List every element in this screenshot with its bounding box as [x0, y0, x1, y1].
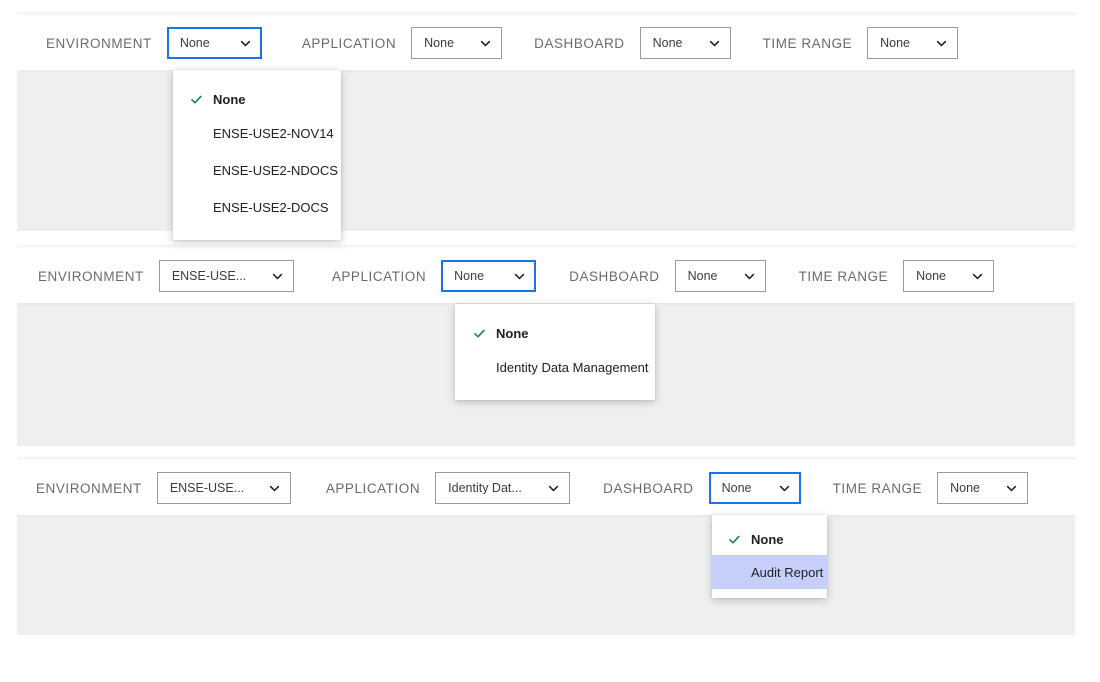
dropdown-item-label: ENSE-USE2-NOV14	[213, 126, 334, 141]
dropdown-item-ense-use2-docs[interactable]: ENSE-USE2-DOCS	[173, 189, 341, 226]
dashboard-label: DASHBOARD	[603, 480, 694, 496]
dashboard-label: DASHBOARD	[569, 268, 660, 284]
chevron-down-icon	[271, 270, 284, 283]
environment-filter-3: ENVIRONMENT ENSE-USE...	[36, 461, 291, 515]
environment-dropdown-menu-1[interactable]: None ENSE-USE2-NOV14 ENSE-USE2-NDOCS ENS…	[173, 70, 341, 240]
time-range-select-value: None	[880, 36, 911, 50]
dashboard-filter-3: DASHBOARD None	[603, 461, 801, 515]
filter-toolbar-2: ENVIRONMENT ENSE-USE... APPLICATION None	[0, 249, 1100, 303]
application-label: APPLICATION	[331, 268, 427, 284]
filter-bar-states-page: ENVIRONMENT None APPLICATION None DASHBO…	[0, 0, 1100, 682]
dashboard-select-3[interactable]: None	[708, 472, 801, 504]
environment-label: ENVIRONMENT	[36, 480, 142, 496]
application-select-1[interactable]: None	[411, 27, 503, 59]
dropdown-item-none[interactable]: None	[712, 523, 827, 555]
environment-label: ENVIRONMENT	[46, 35, 152, 51]
dropdown-item-label: Identity Data Management	[496, 360, 649, 375]
timerange-filter-3: TIME RANGE None	[833, 461, 1029, 515]
check-icon	[472, 327, 486, 340]
dropdown-item-label: Audit Report	[751, 564, 824, 580]
application-select-2[interactable]: None	[441, 260, 537, 292]
dropdown-item-none[interactable]: None	[173, 83, 341, 115]
filter-toolbar-3: ENVIRONMENT ENSE-USE... APPLICATION Iden…	[0, 461, 1100, 515]
environment-select-2[interactable]: ENSE-USE...	[158, 260, 294, 292]
dropdown-item-ense-use2-ndocs[interactable]: ENSE-USE2-NDOCS	[173, 152, 341, 189]
dashboard-select-2[interactable]: None	[674, 260, 766, 292]
environment-label: ENVIRONMENT	[38, 268, 144, 284]
dropdown-item-identity-data-management[interactable]: Identity Data Management	[455, 349, 655, 386]
time-range-select-value: None	[950, 481, 981, 495]
dashboard-select-value: None	[721, 481, 752, 495]
chevron-down-icon	[239, 37, 252, 50]
dropdown-item-ense-use2-nov14[interactable]: ENSE-USE2-NOV14	[173, 115, 341, 152]
dropdown-item-label: None	[751, 531, 784, 547]
chevron-down-icon	[708, 37, 721, 50]
dashboard-dropdown-menu-3[interactable]: None Audit Report	[712, 515, 827, 598]
time-range-select-3[interactable]: None	[937, 472, 1029, 504]
dashboard-select-value: None	[687, 269, 718, 283]
canvas-top-shade	[17, 515, 1075, 518]
environment-filter-2: ENVIRONMENT ENSE-USE...	[38, 249, 294, 303]
application-filter-1: APPLICATION None	[301, 16, 503, 70]
application-select-value: Identity Dat...	[448, 481, 522, 495]
dropdown-item-label: None	[213, 91, 246, 107]
application-select-value: None	[454, 269, 485, 283]
chevron-down-icon	[1005, 482, 1018, 495]
chevron-down-icon	[513, 270, 526, 283]
application-select-value: None	[424, 36, 455, 50]
environment-filter-1: ENVIRONMENT None	[46, 16, 262, 70]
environment-select-value: ENSE-USE...	[169, 481, 245, 495]
dashboard-label: DASHBOARD	[534, 35, 625, 51]
application-label: APPLICATION	[325, 480, 421, 496]
timerange-filter-1: TIME RANGE None	[763, 16, 959, 70]
check-icon	[189, 93, 203, 106]
dropdown-item-label: ENSE-USE2-DOCS	[213, 200, 329, 215]
time-range-select-2[interactable]: None	[903, 260, 995, 292]
time-range-label: TIME RANGE	[832, 480, 923, 496]
filter-toolbar-1: ENVIRONMENT None APPLICATION None DASHBO…	[0, 16, 1100, 70]
application-label: APPLICATION	[301, 35, 397, 51]
dropdown-item-audit-report[interactable]: Audit Report	[712, 555, 827, 589]
chevron-down-icon	[935, 37, 948, 50]
application-filter-2: APPLICATION None	[331, 249, 537, 303]
application-select-3[interactable]: Identity Dat...	[435, 472, 571, 504]
chevron-down-icon	[971, 270, 984, 283]
dropdown-item-label: ENSE-USE2-NDOCS	[213, 163, 338, 178]
dropdown-item-none[interactable]: None	[455, 317, 655, 349]
chevron-down-icon	[743, 270, 756, 283]
time-range-label: TIME RANGE	[762, 35, 853, 51]
timerange-filter-2: TIME RANGE None	[799, 249, 995, 303]
environment-select-value: None	[179, 36, 210, 50]
chevron-down-icon	[268, 482, 281, 495]
dashboard-select-1[interactable]: None	[639, 27, 731, 59]
time-range-select-value: None	[916, 269, 947, 283]
chevron-down-icon	[778, 482, 791, 495]
application-filter-3: APPLICATION Identity Dat...	[325, 461, 571, 515]
dashboard-canvas-3	[17, 515, 1075, 635]
environment-select-1[interactable]: None	[166, 27, 262, 59]
time-range-select-1[interactable]: None	[867, 27, 959, 59]
chevron-down-icon	[479, 37, 492, 50]
dashboard-select-value: None	[652, 36, 683, 50]
check-icon	[727, 533, 741, 546]
time-range-label: TIME RANGE	[798, 268, 889, 284]
environment-select-3[interactable]: ENSE-USE...	[156, 472, 291, 504]
dashboard-filter-1: DASHBOARD None	[534, 16, 731, 70]
dropdown-item-label: None	[496, 325, 529, 341]
application-dropdown-menu-2[interactable]: None Identity Data Management	[455, 304, 655, 400]
environment-select-value: ENSE-USE...	[171, 269, 247, 283]
chevron-down-icon	[547, 482, 560, 495]
dashboard-filter-2: DASHBOARD None	[569, 249, 766, 303]
